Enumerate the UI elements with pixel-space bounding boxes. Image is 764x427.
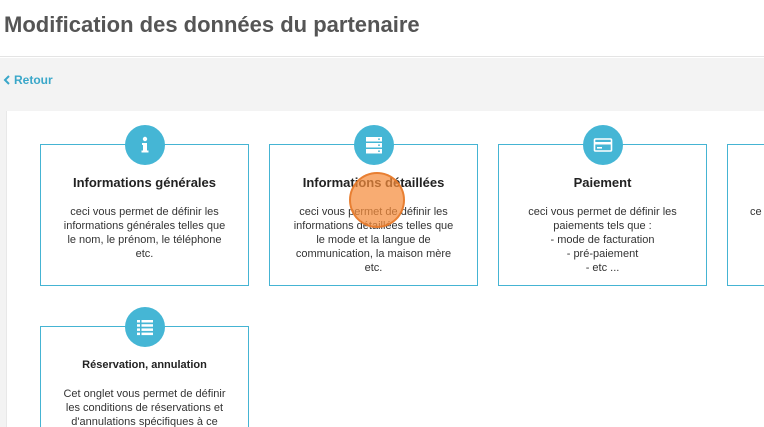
card-description: ceci vous permet de définir les informat… xyxy=(278,205,469,275)
card-description-line: ceci vous permet de définir les xyxy=(70,206,219,218)
card-title: Réservation, annulation xyxy=(82,359,207,371)
card-description-line: informations générales telles que xyxy=(63,220,226,232)
card-description-line: etc. xyxy=(364,262,383,274)
navigation-bar: Retour xyxy=(0,58,764,111)
card-description-line: ceci vous permet de définir les xyxy=(528,206,677,218)
card-description-line: - pré-paiement xyxy=(566,248,639,260)
card-description: ceci vous permet de définir les paiement… xyxy=(507,205,698,275)
back-link[interactable]: Retour xyxy=(3,73,53,87)
card-description-line: ce xyxy=(750,206,762,218)
card-title: Paiement xyxy=(573,175,632,190)
card-description-line: etc. xyxy=(135,248,154,260)
card-payment[interactable]: Paiement ceci vous permet de définir les… xyxy=(498,125,707,286)
card-description-line: le mode et la langue de xyxy=(316,234,431,246)
card-partial[interactable]: ce xyxy=(727,144,764,286)
card-description: ceci vous permet de définir les informat… xyxy=(49,205,240,261)
card-description-line: Cet onglet vous permet de définir xyxy=(63,388,226,400)
card-description-line: informations détaillées telles que xyxy=(293,220,454,232)
card-title: Informations détaillées xyxy=(302,175,445,190)
page-header: Modification des données du partenaire xyxy=(0,0,764,57)
card-detailed-info[interactable]: Informations détaillées ceci vous permet… xyxy=(269,125,478,286)
card-description-line: - etc ... xyxy=(585,262,620,274)
list-icon xyxy=(124,307,165,347)
card-title: Informations générales xyxy=(72,175,217,190)
credit-card-icon xyxy=(582,125,623,165)
card-description-line: - mode de facturation xyxy=(550,234,655,246)
card-description-line: ceci vous permet de définir les xyxy=(299,206,448,218)
card-reservation-cancellation[interactable]: Réservation, annulation Cet onglet vous … xyxy=(40,307,249,427)
back-link-label: Retour xyxy=(14,73,53,87)
chevron-left-icon xyxy=(3,75,10,85)
card-description-line: les conditions de réservations et xyxy=(65,402,224,414)
page-title: Modification des données du partenaire xyxy=(4,12,420,37)
card-description-line: le nom, le prénom, le téléphone xyxy=(67,234,222,246)
card-description: Cet onglet vous permet de définir les co… xyxy=(49,387,240,427)
card-general-info[interactable]: Informations générales ceci vous permet … xyxy=(40,125,249,286)
card-description-line: communication, la maison mère xyxy=(295,248,452,260)
card-description: ce xyxy=(750,205,762,219)
info-icon xyxy=(124,125,165,165)
server-icon xyxy=(353,125,394,165)
card-description-line: paiements tels que : xyxy=(553,220,652,232)
card-description-line: d'annulations spécifiques à ce xyxy=(71,416,218,427)
